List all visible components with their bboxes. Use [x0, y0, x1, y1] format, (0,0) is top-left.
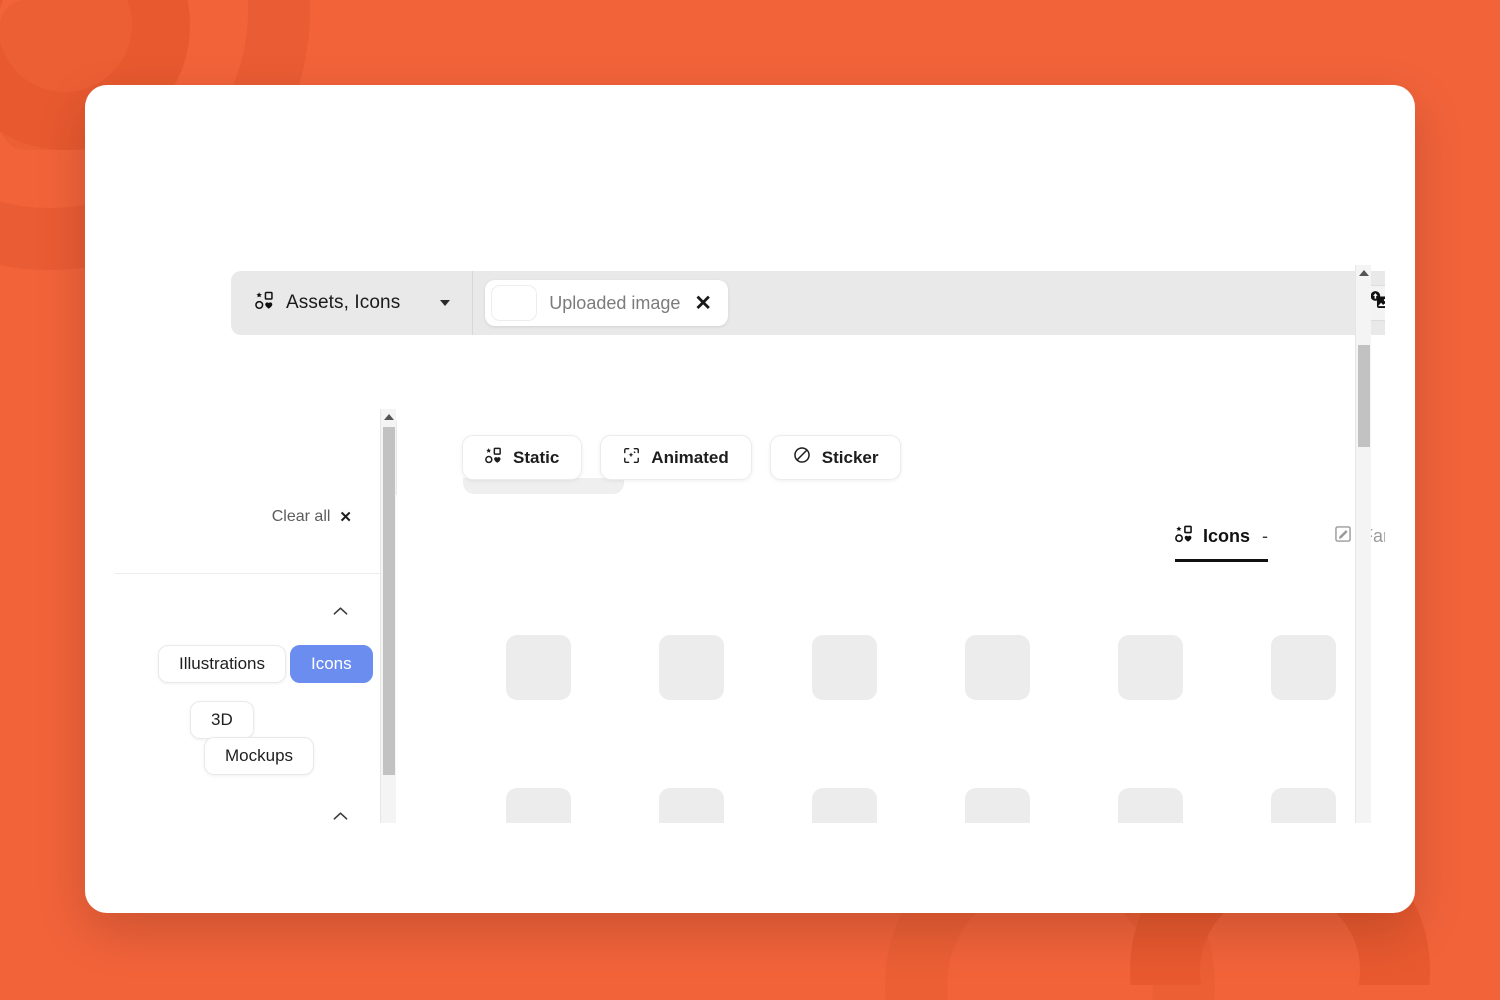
search-category-label: Assets, Icons — [286, 292, 401, 313]
search-category-selector[interactable]: Assets, Icons — [231, 271, 474, 335]
icon-tile-placeholder[interactable] — [1271, 635, 1336, 700]
filter-chip-icons[interactable]: Icons — [290, 645, 373, 683]
triangle-up-icon — [384, 414, 394, 420]
icon-tile-placeholder[interactable] — [812, 635, 877, 700]
section-collapse-chevron-up-2[interactable] — [333, 810, 348, 823]
clear-all-label: Clear all — [271, 508, 331, 525]
results-tab-icons-count: - — [1262, 526, 1269, 546]
icon-tile-placeholder[interactable] — [965, 788, 1030, 823]
icon-tile-placeholder[interactable] — [659, 635, 724, 700]
sidebar-scrollbar[interactable] — [380, 409, 396, 823]
filter-chip-3d[interactable]: 3D — [190, 701, 254, 739]
icon-tile-placeholder[interactable] — [1271, 788, 1336, 823]
pane-divider — [396, 421, 397, 495]
sidebar-scrollbar-thumb[interactable] — [383, 427, 395, 775]
animated-sparkle-icon — [623, 447, 640, 469]
icon-tile-placeholder[interactable] — [1118, 788, 1183, 823]
results-view-tabs: Icons - Families — [1175, 525, 1385, 562]
families-edit-icon — [1334, 525, 1352, 548]
results-tab-icons-label: Icons — [1203, 526, 1251, 546]
results-grid — [506, 635, 1336, 823]
icon-tile-placeholder[interactable] — [506, 635, 571, 700]
main-scrollbar-thumb[interactable] — [1358, 345, 1370, 447]
results-tab-icons[interactable]: Icons - — [1175, 525, 1269, 562]
app-viewport: Assets, Icons Uploaded image ✕ Static An… — [115, 175, 1385, 823]
uploaded-image-label: Uploaded image — [549, 292, 681, 313]
main-scroll-up-arrow[interactable] — [1356, 265, 1372, 281]
close-icon[interactable]: ✕ — [692, 293, 714, 314]
icon-tile-placeholder[interactable] — [812, 788, 877, 823]
type-tab-sticker-label: Sticker — [821, 447, 879, 467]
assets-grid-icon — [255, 291, 274, 315]
app-window-card: Assets, Icons Uploaded image ✕ Static An… — [85, 85, 1415, 913]
uploaded-image-thumbnail — [491, 285, 538, 321]
close-icon: ✕ — [339, 509, 352, 526]
assets-grid-icon — [1175, 525, 1193, 548]
clear-all-filters-button[interactable]: Clear all ✕ — [272, 508, 352, 526]
type-tab-animated-label: Animated — [651, 447, 729, 467]
type-tab-sticker[interactable]: Sticker — [769, 435, 902, 480]
asset-type-tabs: Static Animated Sticker — [462, 435, 902, 480]
icon-tile-placeholder[interactable] — [1118, 635, 1183, 700]
icon-tile-placeholder[interactable] — [659, 788, 724, 823]
filter-sidebar: Clear all ✕ Illustrations Icons 3D Mocku… — [115, 405, 380, 823]
icon-tile-placeholder[interactable] — [506, 788, 571, 823]
search-bar: Assets, Icons Uploaded image ✕ — [231, 271, 1385, 335]
section-collapse-chevron-up[interactable] — [333, 605, 348, 618]
caret-down-icon — [440, 300, 451, 306]
filter-chip-illustrations[interactable]: Illustrations — [158, 645, 286, 683]
icon-tile-placeholder[interactable] — [965, 635, 1030, 700]
static-shapes-icon — [485, 447, 502, 469]
sidebar-scroll-up-arrow[interactable] — [381, 409, 397, 425]
type-tab-animated[interactable]: Animated — [600, 435, 752, 480]
sidebar-divider — [115, 573, 380, 574]
uploaded-image-chip[interactable]: Uploaded image ✕ — [485, 280, 728, 326]
triangle-up-icon — [1359, 270, 1369, 276]
sticker-circle-icon — [793, 446, 811, 469]
type-tab-static-label: Static — [513, 447, 560, 467]
main-scrollbar[interactable] — [1355, 265, 1371, 823]
type-tabs-skeleton — [463, 478, 624, 494]
filter-chip-mockups[interactable]: Mockups — [204, 737, 315, 775]
type-tab-static[interactable]: Static — [462, 435, 583, 480]
